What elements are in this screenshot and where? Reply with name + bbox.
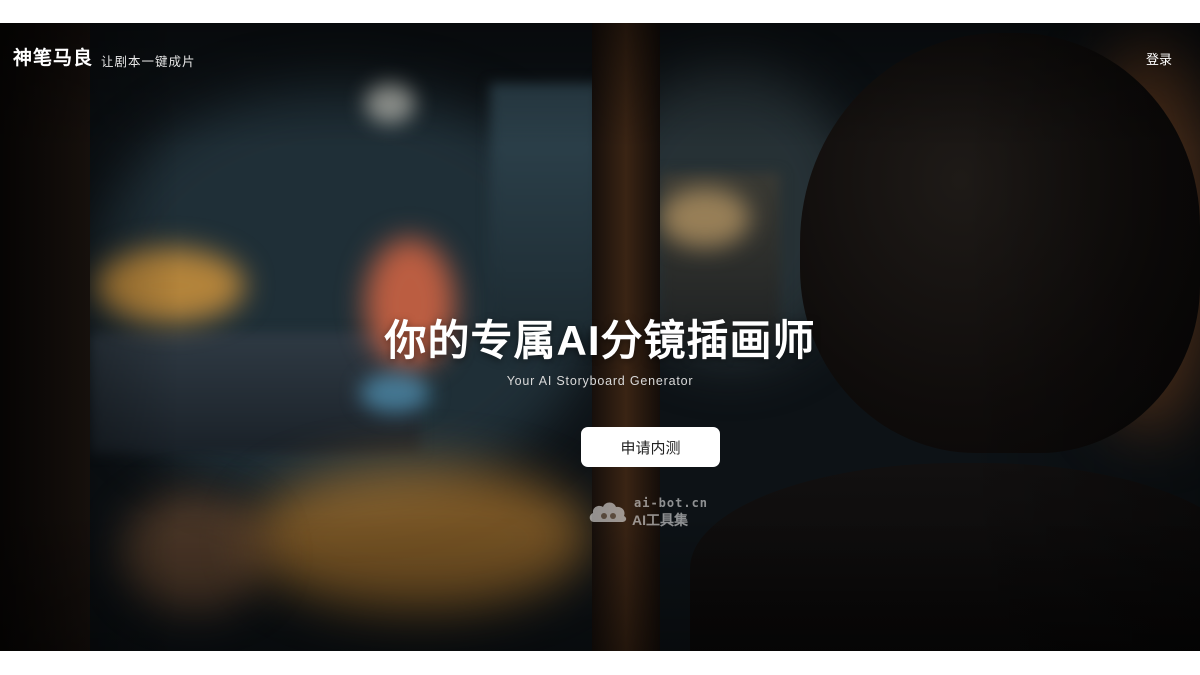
cloud-logo-icon (589, 502, 627, 522)
watermark: ai-bot.cn AI工具集 (588, 496, 718, 528)
brand-tagline: 让剧本一键成片 (101, 55, 196, 69)
apply-beta-button[interactable]: 申请内测 (581, 427, 720, 467)
login-link[interactable]: 登录 (1146, 49, 1172, 68)
watermark-domain: ai-bot.cn (634, 496, 709, 510)
hero-title: 你的专属AI分镜插画师 (384, 317, 816, 364)
hero-subtitle: Your AI Storyboard Generator (506, 374, 694, 388)
watermark-name: AI工具集 (632, 512, 688, 528)
top-navigation-bar: 神笔马良 让剧本一键成片 登录 (0, 23, 1200, 93)
hero-section: 神笔马良 让剧本一键成片 登录 你的专属AI分镜插画师 Your AI Stor… (0, 23, 1200, 651)
brand-logo[interactable]: 神笔马良 (13, 43, 93, 70)
